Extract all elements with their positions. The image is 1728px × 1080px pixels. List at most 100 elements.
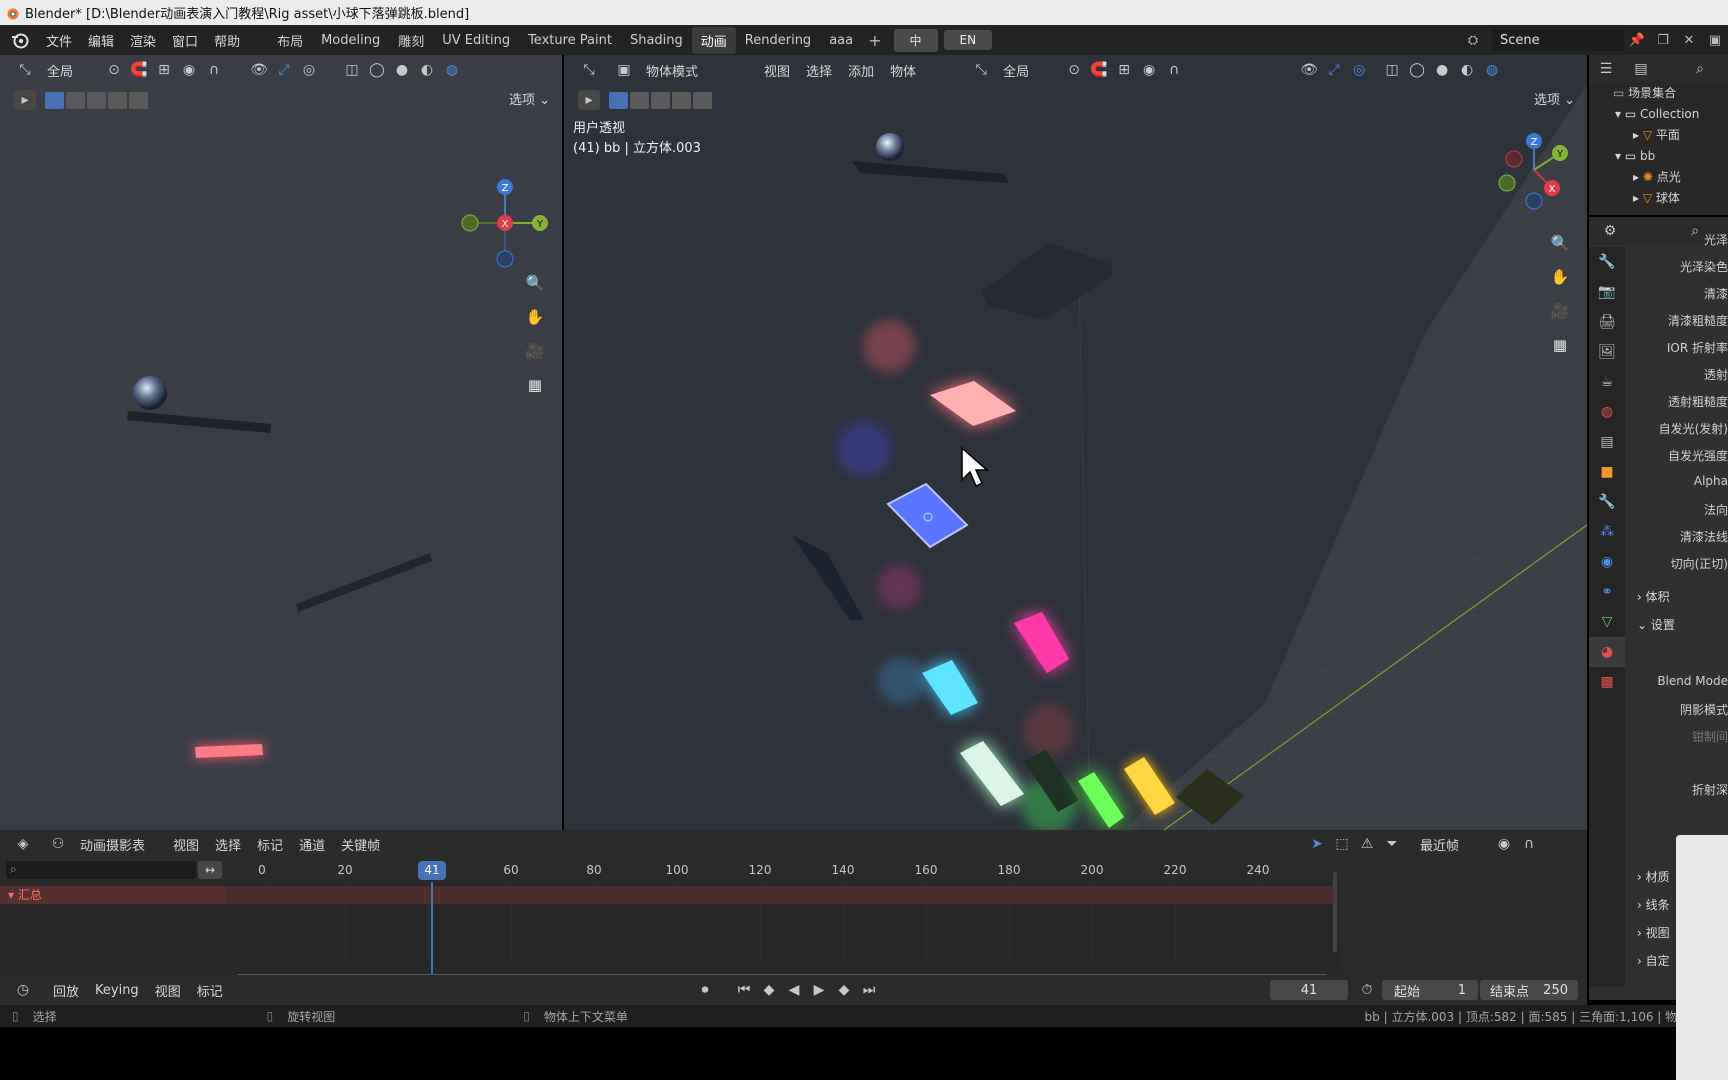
material-shading-icon-right[interactable]: ◐ (1456, 60, 1478, 80)
gizmo-icon[interactable]: ⤢ (273, 60, 295, 80)
channel-search-input[interactable]: ⌕ (6, 861, 196, 879)
delete-scene-icon[interactable]: ✕ (1680, 31, 1698, 49)
solid-shading-icon-right[interactable]: ● (1431, 60, 1453, 80)
tab-uv-editing[interactable]: UV Editing (433, 29, 519, 52)
dope-menu-key[interactable]: 关键帧 (341, 835, 380, 854)
outliner-root[interactable]: ▭ 场景集合 (1613, 83, 1728, 104)
modifier-tab-icon[interactable]: 🔧 (1589, 487, 1625, 517)
summary-channel[interactable]: ▾ 汇总 (0, 886, 225, 904)
select-invert-button-right[interactable] (672, 91, 691, 109)
visibility-icon-right[interactable]: 👁 (1298, 60, 1320, 80)
select-tool-icon-right[interactable]: ▸ (578, 90, 600, 110)
play-icon[interactable]: ▶ (808, 980, 830, 1000)
menu-edit[interactable]: 编辑 (80, 31, 122, 50)
proportional-edit-icon-dope[interactable]: ◉ (1493, 834, 1515, 854)
platform-dark[interactable] (982, 243, 1112, 320)
timeline-view-menu[interactable]: 视图 (155, 981, 181, 1000)
swap-icon[interactable]: ↔ (198, 861, 222, 879)
add-workspace-icon[interactable]: + (862, 31, 887, 50)
section-volume[interactable]: › 体积 (1627, 588, 1728, 616)
camera-view-icon[interactable]: 🎥 (521, 337, 549, 365)
transform-orientation-right[interactable]: 全局 (1003, 61, 1029, 80)
snap-target-icon[interactable]: ⊞ (153, 60, 175, 80)
play-reverse-icon[interactable]: ◀ (783, 980, 805, 1000)
gizmo-icon-right[interactable]: ⤢ (1323, 60, 1345, 80)
dope-sheet-editor-icon[interactable]: ◈ (12, 834, 34, 854)
frame-ruler[interactable]: ⌕ ↔ 0 20 40 60 80 100 120 140 160 180 20… (0, 858, 1340, 882)
right-3d-viewport[interactable]: ⤡ ▣ 物体模式 视图 选择 添加 物体 ⤡ 全局 ⊙ 🧲 ⊞ ◉ ∩ 👁 ⤢ … (564, 55, 1587, 830)
world-tab-icon[interactable]: ◍ (1589, 397, 1625, 427)
menu-help[interactable]: 帮助 (206, 31, 248, 50)
scene-icon[interactable]: ⛭ (1464, 31, 1482, 49)
outliner-item[interactable]: ▸ ▽ 球体 (1613, 188, 1728, 209)
select-subtract-button[interactable] (87, 91, 106, 109)
camera-view-icon-right[interactable]: 🎥 (1546, 297, 1574, 325)
pan-hand-icon[interactable]: ✋ (521, 303, 549, 331)
snap-target-icon-right[interactable]: ⊞ (1113, 60, 1135, 80)
tab-aaa[interactable]: aaa (820, 29, 862, 52)
display-mode-icon[interactable]: ▤ (1630, 59, 1652, 79)
keying-menu[interactable]: Keying (95, 983, 139, 998)
output-tab-icon[interactable]: 🖨 (1589, 307, 1625, 337)
tab-animation[interactable]: 动画 (691, 26, 736, 54)
rendered-shading-icon[interactable]: ◍ (441, 60, 463, 80)
pin-icon[interactable]: 📌 (1628, 31, 1646, 49)
data-tab-icon[interactable]: ▽ (1589, 607, 1625, 637)
texture-tab-icon[interactable]: ▩ (1589, 667, 1625, 697)
platform-middle[interactable] (296, 553, 432, 612)
outliner-item[interactable]: ▾ ▭ Collection (1613, 104, 1728, 125)
solid-shading-icon[interactable]: ● (391, 60, 413, 80)
menu-object[interactable]: 物体 (890, 61, 916, 80)
falloff-icon[interactable]: ∩ (203, 60, 225, 80)
physics-tab-icon[interactable]: ◉ (1589, 547, 1625, 577)
menu-window[interactable]: 窗口 (164, 31, 206, 50)
xray-icon[interactable]: ◫ (341, 60, 363, 80)
object-mode-dropdown[interactable]: 物体模式 (646, 61, 698, 80)
select-new-button-right[interactable] (609, 91, 628, 109)
snap-icon[interactable]: 🧲 (128, 60, 150, 80)
menu-render[interactable]: 渲染 (122, 31, 164, 50)
pan-hand-icon-right[interactable]: ✋ (1546, 263, 1574, 291)
particles-tab-icon[interactable]: ⁂ (1589, 517, 1625, 547)
snap-icon-right[interactable]: 🧲 (1088, 60, 1110, 80)
overlay-icon[interactable]: ◎ (298, 60, 320, 80)
outliner-item[interactable]: ▸ ✺ 点光 (1613, 167, 1728, 188)
end-frame-field[interactable]: 结束点 250 (1480, 980, 1578, 1000)
proportional-edit-icon-right[interactable]: ◉ (1138, 60, 1160, 80)
collection-tab-icon[interactable]: ▤ (1589, 427, 1625, 457)
right-options-dropdown[interactable]: 选项 ⌄ (1534, 89, 1575, 108)
platform-top[interactable] (127, 411, 271, 433)
proportional-edit-icon[interactable]: ◉ (178, 60, 200, 80)
scene-name-field[interactable]: Scene (1492, 29, 1624, 51)
outliner-item[interactable]: ▸ ▽ 平面 (1613, 125, 1728, 146)
new-scene-icon[interactable]: ❐ (1654, 31, 1672, 49)
properties-editor-icon[interactable]: ⚙ (1599, 221, 1621, 241)
wireframe-shading-icon-right[interactable]: ◯ (1406, 60, 1428, 80)
jump-start-icon[interactable]: ⏮ (733, 980, 755, 1000)
dope-menu-marker[interactable]: 标记 (257, 835, 283, 854)
playback-menu[interactable]: 回放 (53, 981, 79, 1000)
xray-icon-right[interactable]: ◫ (1381, 60, 1403, 80)
timeline-editor-icon[interactable]: ◷ (12, 980, 34, 1000)
tab-modeling[interactable]: Modeling (312, 29, 389, 52)
pivot-icon[interactable]: ⊙ (103, 60, 125, 80)
dope-menu-channel[interactable]: 通道 (299, 835, 325, 854)
select-intersect-button[interactable] (129, 91, 148, 109)
next-keyframe-icon[interactable]: ◆ (833, 980, 855, 1000)
select-extend-button[interactable] (66, 91, 85, 109)
menu-select[interactable]: 选择 (806, 61, 832, 80)
sphere-object[interactable] (133, 376, 167, 410)
platform-top-right[interactable] (852, 161, 1009, 183)
wireframe-shading-icon[interactable]: ◯ (366, 60, 388, 80)
navigation-gizmo[interactable]: Z Y X (455, 175, 555, 275)
transform-orientation-icon-right[interactable]: ⤡ (970, 60, 992, 80)
sphere-object-right[interactable] (876, 133, 904, 161)
snap-mode-dropdown[interactable]: 最近帧 (1420, 835, 1459, 854)
constraints-tab-icon[interactable]: ⚭ (1589, 577, 1625, 607)
timeline-marker-menu[interactable]: 标记 (197, 981, 223, 1000)
filter-icon[interactable]: ⏷ (1381, 834, 1403, 854)
perspective-toggle-icon-right[interactable]: ▦ (1546, 331, 1574, 359)
zoom-icon[interactable]: 🔍 (521, 269, 549, 297)
dope-sheet-mode[interactable]: 动画摄影表 (80, 835, 145, 854)
select-intersect-button-right[interactable] (693, 91, 712, 109)
